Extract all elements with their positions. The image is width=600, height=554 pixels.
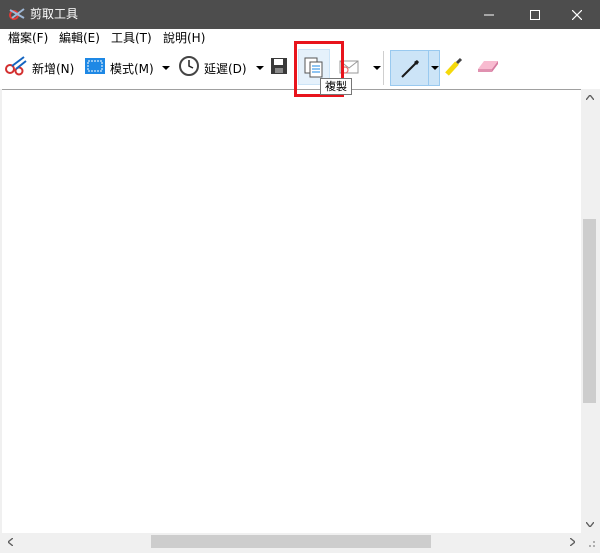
rectangle-mode-icon xyxy=(84,57,106,79)
delay-dropdown-arrow-icon[interactable] xyxy=(256,66,264,70)
highlighter-icon xyxy=(443,55,465,81)
close-button[interactable] xyxy=(554,0,600,29)
menu-edit[interactable]: 編輯(E) xyxy=(59,31,100,45)
delay-label: 延遲(D) xyxy=(204,61,247,76)
close-icon xyxy=(572,9,582,20)
window-title: 剪取工具 xyxy=(30,7,79,21)
eraser-icon xyxy=(476,57,500,79)
highlighter-button[interactable] xyxy=(443,53,465,83)
menu-help[interactable]: 說明(H) xyxy=(163,31,205,45)
send-dropdown-arrow-icon[interactable] xyxy=(373,66,381,70)
chevron-right-icon xyxy=(570,537,575,546)
scroll-right-button[interactable] xyxy=(564,533,581,550)
scroll-down-button[interactable] xyxy=(581,516,598,533)
snipping-tool-app-icon xyxy=(8,6,26,22)
pen-dropdown-arrow-icon[interactable] xyxy=(431,66,439,70)
scroll-up-button[interactable] xyxy=(581,89,598,106)
pen-split-divider xyxy=(428,50,429,86)
chevron-down-icon xyxy=(585,522,594,527)
menu-file[interactable]: 檔案(F) xyxy=(8,31,48,45)
mode-dropdown-arrow-icon[interactable] xyxy=(162,66,170,70)
eraser-button[interactable] xyxy=(476,53,500,83)
delay-button[interactable]: 延遲(D) xyxy=(178,53,247,83)
copy-tooltip: 複製 xyxy=(320,78,352,95)
chevron-left-icon xyxy=(8,537,13,546)
snip-canvas[interactable] xyxy=(2,89,581,534)
maximize-icon xyxy=(530,9,540,20)
minimize-button[interactable] xyxy=(466,0,512,29)
menu-tools[interactable]: 工具(T) xyxy=(111,31,152,45)
vertical-scroll-thumb[interactable] xyxy=(583,219,596,403)
title-bar: 剪取工具 xyxy=(0,0,600,29)
scissors-icon xyxy=(4,55,28,81)
save-button[interactable] xyxy=(270,53,288,83)
resize-grip[interactable] xyxy=(581,533,598,550)
minimize-icon xyxy=(484,14,494,15)
chevron-up-icon xyxy=(585,95,594,100)
new-snip-label: 新增(N) xyxy=(32,61,75,76)
floppy-disk-icon xyxy=(270,57,288,79)
mode-label: 模式(M) xyxy=(110,61,154,76)
pen-icon xyxy=(399,58,421,84)
new-snip-button[interactable]: 新增(N) xyxy=(4,53,74,83)
mode-button[interactable]: 模式(M) xyxy=(84,53,154,83)
resize-grip-icon xyxy=(589,541,595,547)
toolbar-separator xyxy=(383,51,384,85)
maximize-button[interactable] xyxy=(512,0,558,29)
clock-icon xyxy=(178,55,200,81)
horizontal-scroll-thumb[interactable] xyxy=(151,535,431,548)
snipping-tool-window: 剪取工具 檔案(F) 編輯(E) 工具(T) 說明(H) 新增(N) 模式(M)… xyxy=(0,0,600,553)
scroll-left-button[interactable] xyxy=(2,533,19,550)
